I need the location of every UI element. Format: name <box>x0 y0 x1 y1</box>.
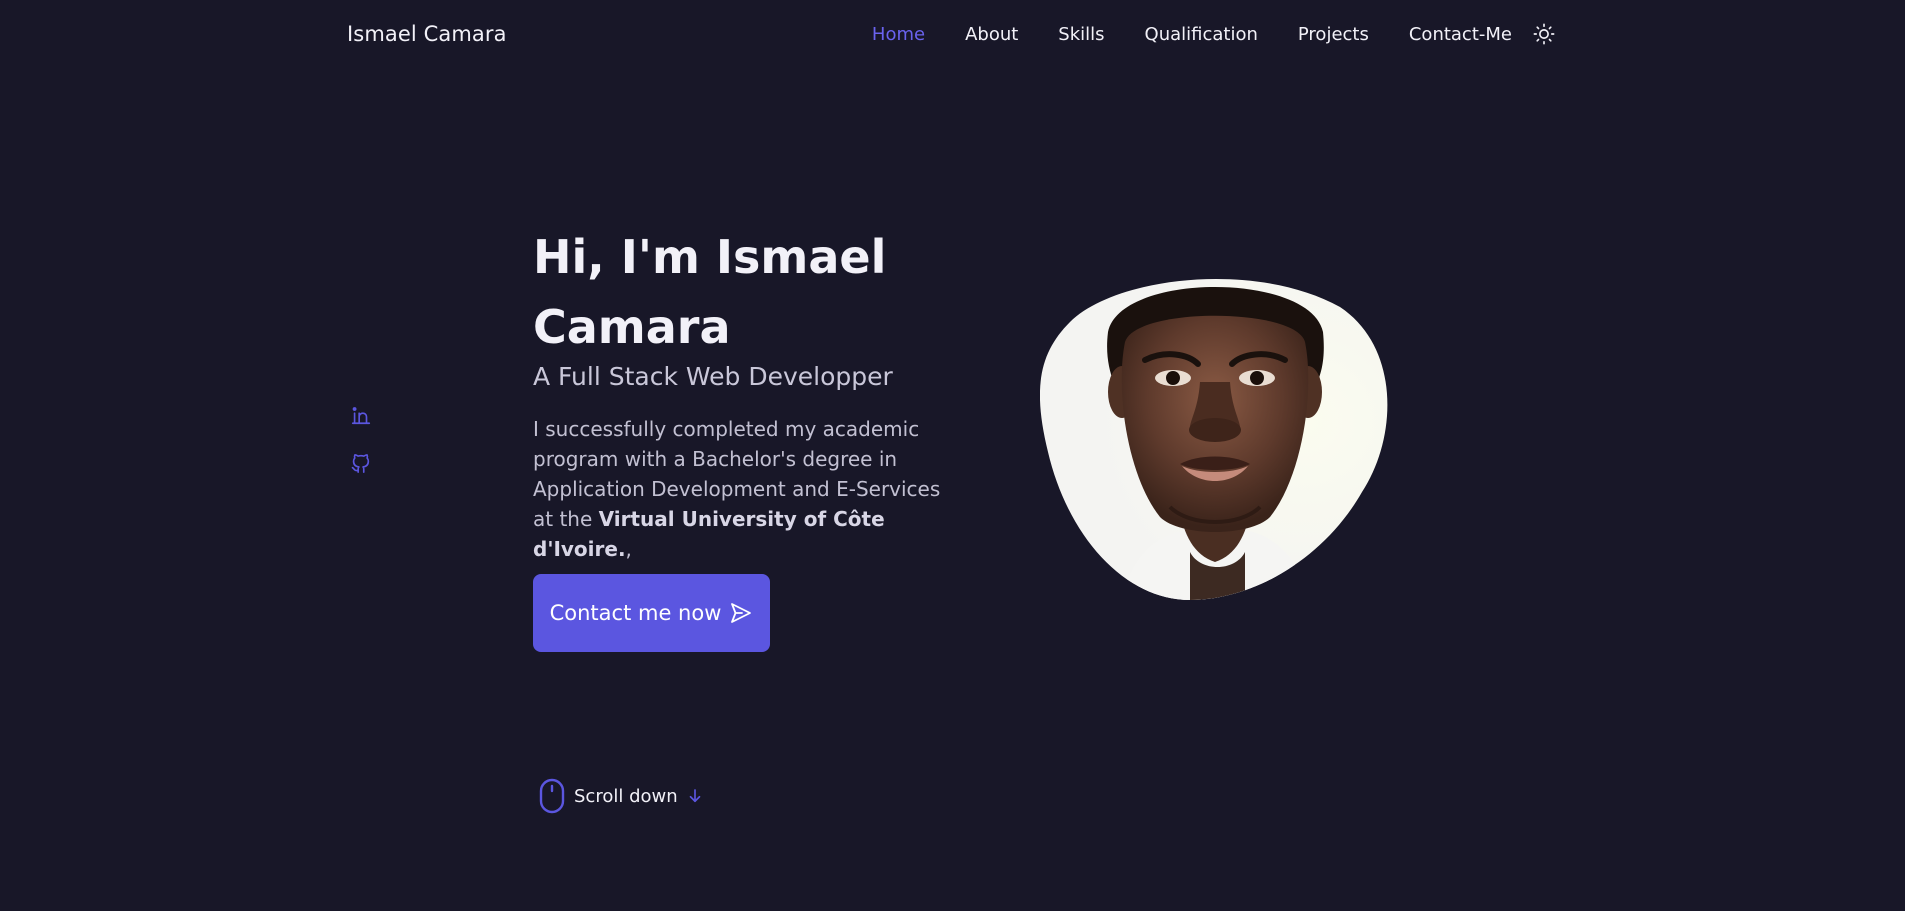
main-nav: Home About Skills Qualification Projects… <box>872 22 1556 46</box>
hero-description: I successfully completed my academic pro… <box>533 414 953 564</box>
hero-title: Hi, I'm Ismael Camara <box>533 230 887 354</box>
contact-me-button[interactable]: Contact me now <box>533 574 770 652</box>
send-icon <box>731 603 752 623</box>
profile-image <box>1040 272 1392 602</box>
hero-description-suffix: , <box>625 537 632 561</box>
mouse-icon <box>539 778 565 814</box>
github-icon[interactable] <box>350 452 374 476</box>
social-links <box>350 404 374 476</box>
contact-me-label: Contact me now <box>549 601 722 625</box>
scroll-down-label: Scroll down <box>574 785 678 807</box>
header: Ismael Camara Home About Skills Qualific… <box>0 0 1905 72</box>
arrow-down-icon <box>689 789 700 803</box>
sun-icon[interactable] <box>1532 22 1556 46</box>
linkedin-icon[interactable] <box>350 404 374 428</box>
nav-about[interactable]: About <box>965 24 1018 45</box>
scroll-down-button[interactable]: Scroll down <box>538 778 704 814</box>
nav-home[interactable]: Home <box>872 24 925 45</box>
hero-subtitle: A Full Stack Web Developper <box>533 362 893 391</box>
nav-skills[interactable]: Skills <box>1058 24 1104 45</box>
nav-contact-me[interactable]: Contact-Me <box>1409 24 1512 45</box>
nav-qualification[interactable]: Qualification <box>1145 24 1258 45</box>
nav-projects[interactable]: Projects <box>1298 24 1369 45</box>
site-logo[interactable]: Ismael Camara <box>347 22 507 46</box>
page: Ismael Camara Home About Skills Qualific… <box>0 0 1905 911</box>
